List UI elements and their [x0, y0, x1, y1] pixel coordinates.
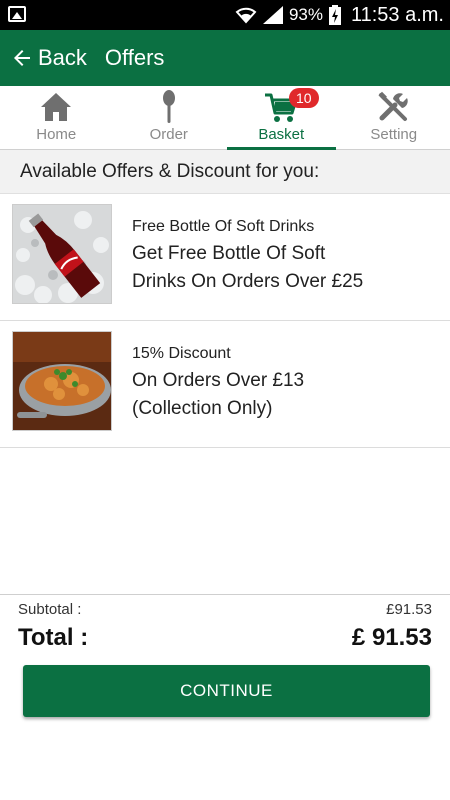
screen: 93% 11:53 a.m. Back Offers Home Order 10… — [0, 0, 450, 800]
order-totals: Subtotal : £91.53 Total : £ 91.53 — [0, 594, 450, 652]
tab-home[interactable]: Home — [0, 86, 113, 149]
offer-description: On Orders Over £13 (Collection Only) — [132, 367, 304, 423]
page-title: Offers — [104, 45, 165, 70]
back-label: Back — [38, 45, 87, 70]
basket-count-badge: 10 — [289, 88, 319, 108]
tab-home-label: Home — [36, 126, 77, 143]
subtotal-value: £91.53 — [386, 601, 432, 618]
tools-icon — [378, 91, 408, 121]
clock: 11:53 a.m. — [350, 3, 444, 26]
offer-description-line: Get Free Bottle Of Soft — [132, 243, 326, 264]
tab-bar: Home Order 10 Basket Setting — [0, 86, 450, 150]
status-bar: 93% 11:53 a.m. — [0, 0, 450, 30]
battery-icon — [328, 5, 341, 25]
signal-icon — [262, 6, 283, 24]
continue-button[interactable]: CONTINUE — [23, 665, 430, 717]
home-icon — [41, 93, 72, 121]
tab-setting-label: Setting — [370, 126, 418, 143]
gallery-icon — [8, 6, 26, 22]
tab-order-label: Order — [149, 126, 188, 143]
tab-order[interactable]: Order — [113, 86, 226, 149]
offer-item[interactable]: 15% Discount On Orders Over £13 (Collect… — [0, 321, 450, 448]
app-bar: Back Offers — [0, 30, 450, 86]
offer-description: Get Free Bottle Of Soft Drinks On Orders… — [132, 240, 363, 296]
total-value: £ 91.53 — [351, 624, 432, 651]
cola-bottle-image — [12, 204, 112, 304]
offer-description-line: (Collection Only) — [132, 398, 273, 419]
total-row: Total : £ 91.53 — [18, 624, 432, 652]
curry-dish-image — [12, 331, 112, 431]
back-button[interactable]: Back — [0, 30, 87, 86]
offer-description-line: On Orders Over £13 — [132, 370, 305, 391]
offer-item[interactable]: Free Bottle Of Soft Drinks Get Free Bott… — [0, 194, 450, 321]
section-header: Available Offers & Discount for you: — [0, 150, 450, 194]
offer-name: 15% Discount — [132, 345, 231, 362]
spoon-icon — [162, 90, 175, 123]
offer-name: Free Bottle Of Soft Drinks — [132, 218, 315, 235]
wifi-icon — [235, 7, 257, 24]
tab-basket[interactable]: 10 Basket — [225, 86, 338, 150]
status-right: 93% 11:53 a.m. — [235, 0, 444, 30]
subtotal-row: Subtotal : £91.53 — [18, 601, 432, 618]
battery-percent: 93% — [288, 5, 323, 24]
arrow-left-icon — [14, 50, 30, 66]
total-label: Total : — [18, 624, 89, 651]
subtotal-label: Subtotal : — [18, 601, 82, 618]
offer-description-line: Drinks On Orders Over £25 — [132, 271, 364, 292]
offers-list: Free Bottle Of Soft Drinks Get Free Bott… — [0, 194, 450, 448]
tab-setting[interactable]: Setting — [338, 86, 450, 149]
tab-basket-label: Basket — [258, 126, 305, 143]
